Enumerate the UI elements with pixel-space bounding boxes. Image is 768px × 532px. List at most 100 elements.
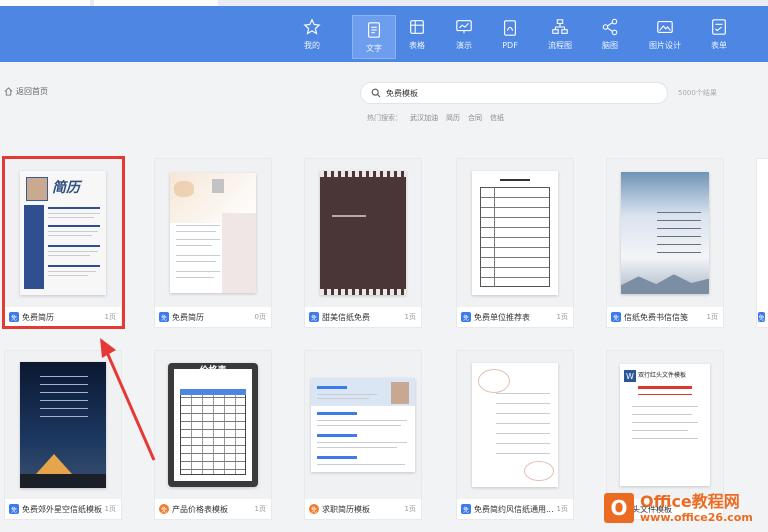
nav-item-label: 图片设计 [649,40,681,50]
nav-item-flowchart[interactable]: 流程图 [538,6,582,62]
template-caption: 免 免费郊外星空信纸模板 1页 [5,499,121,519]
job-resume-preview [311,378,415,472]
template-caption: 免 [757,307,768,327]
red-header-doc-label: 双行红头文件模板 [638,372,687,379]
hot-tag[interactable]: 信纸 [490,113,504,123]
hot-search-label: 热门搜索： [367,114,402,122]
letter-paper-sky-preview [621,172,709,294]
flowchart-icon [552,18,568,34]
template-pages: 1页 [404,505,416,513]
simple-floral-paper-preview [472,363,558,487]
template-thumbnail: 价格表 [155,351,271,499]
template-pages: 1页 [104,505,116,513]
price-sheet-tablet-preview: 价格表 [168,363,258,487]
template-caption: 免 产品价格表模板 1页 [155,499,271,519]
nav-item-label: 表单 [711,40,727,50]
template-caption: 免 免费简历 0页 [155,307,271,327]
search-input[interactable]: 免费模板 [386,88,418,99]
recommendation-form-preview [472,171,558,295]
hot-search-bar: 热门搜索： 武汉加油 简历 合同 信纸 [367,113,504,123]
paid-badge: 免 [309,504,319,514]
template-title[interactable]: 免费简历 [172,312,204,323]
template-caption: 免 甜美信纸免费 1页 [305,307,421,327]
red-arrow-annotation [100,338,156,461]
search-box[interactable]: 免费模板 [360,82,668,104]
image-design-icon [657,20,673,33]
logo-title: Office教程网 [640,491,740,511]
nav-item-form[interactable]: 表单 [697,6,741,62]
nav-item-label: 流程图 [548,40,572,50]
form-icon [712,18,726,35]
template-card[interactable]: 免 免费单位推荐表 1页 [456,158,574,328]
office-logo-watermark: O Office教程网 www.office26.com [604,484,768,532]
template-thumbnail [607,159,723,307]
template-card[interactable]: 价格表 免 产品价格表模板 1页 [154,350,272,520]
template-card-partial[interactable]: 免 [756,158,768,328]
template-thumbnail [155,159,271,307]
template-pages: 1页 [404,313,416,321]
template-title[interactable]: 免费简约风信纸通用... [474,504,554,515]
office-logo-icon: O [604,493,634,523]
back-home-link[interactable]: 返回首页 [4,86,48,97]
nav-item-text[interactable]: 文字 [352,15,396,59]
pdf-icon [504,19,516,36]
template-title[interactable]: 免费单位推荐表 [474,312,530,323]
template-title[interactable]: 免费郊外星空信纸模板 [22,504,102,515]
home-icon [4,87,13,96]
nav-item-sheet[interactable]: 表格 [395,6,439,62]
resume-floral-preview [170,173,256,293]
template-pages: 1页 [254,505,266,513]
hot-tag[interactable]: 简历 [446,113,460,123]
template-card[interactable]: 免 求职简历模板 1页 [304,350,422,520]
search-icon [371,88,381,98]
template-title[interactable]: 求职简历模板 [322,504,370,515]
nav-item-presentation[interactable]: 演示 [442,6,486,62]
category-nav-bar: 我的 文字 表格 演示 PDF 流程图 脑图 图片设计 表单 [0,6,768,62]
table-icon [410,19,424,34]
template-pages: 1页 [706,313,718,321]
highlight-box [2,156,125,329]
free-badge: 免 [461,312,471,322]
nav-item-label: 演示 [456,40,472,50]
template-card[interactable]: 免 甜美信纸免费 1页 [304,158,422,328]
nav-item-mine[interactable]: 我的 [290,6,334,62]
template-caption: 免 求职简历模板 1页 [305,499,421,519]
back-home-label: 返回首页 [16,87,48,96]
nav-item-label: 脑图 [602,40,618,50]
result-count: 5000个结果 [678,89,717,97]
template-caption: 免 免费单位推荐表 1页 [457,307,573,327]
template-thumbnail [305,159,421,307]
nav-item-label: 文字 [366,43,382,53]
free-badge: 免 [758,312,765,322]
template-card[interactable]: 免 免费简约风信纸通用... 1页 [456,350,574,520]
template-caption: 免 信纸免费书信信笺 1页 [607,307,723,327]
price-sheet-title: 价格表 [199,366,227,376]
red-header-doc-preview: W 双行红头文件模板 [620,364,710,486]
template-card[interactable]: 免 免费简历 0页 [154,158,272,328]
logo-url: www.office26.com [640,510,753,524]
template-thumbnail: W 双行红头文件模板 [607,351,723,499]
nav-item-label: PDF [502,40,518,50]
nav-item-label: 表格 [409,40,425,50]
star-icon [303,17,321,35]
template-caption: 免 免费简约风信纸通用... 1页 [457,499,573,519]
hot-tag[interactable]: 合同 [468,113,482,123]
free-badge: 免 [611,312,621,322]
template-pages: 0页 [254,313,266,321]
presentation-icon [456,19,472,33]
word-icon: W [624,370,636,382]
nav-item-image-design[interactable]: 图片设计 [643,6,687,62]
mindmap-icon [602,18,618,35]
document-icon [368,21,380,38]
template-title[interactable]: 甜美信纸免费 [322,312,370,323]
template-thumbnail [305,351,421,499]
paid-badge: 免 [159,504,169,514]
nav-item-mindmap[interactable]: 脑图 [588,6,632,62]
template-thumbnail [457,351,573,499]
hot-tag[interactable]: 武汉加油 [410,113,438,123]
template-title[interactable]: 产品价格表模板 [172,504,228,515]
nav-item-pdf[interactable]: PDF [488,6,532,62]
template-title[interactable]: 信纸免费书信信笺 [624,312,688,323]
nav-item-label: 我的 [304,40,320,50]
template-card[interactable]: 免 信纸免费书信信笺 1页 [606,158,724,328]
